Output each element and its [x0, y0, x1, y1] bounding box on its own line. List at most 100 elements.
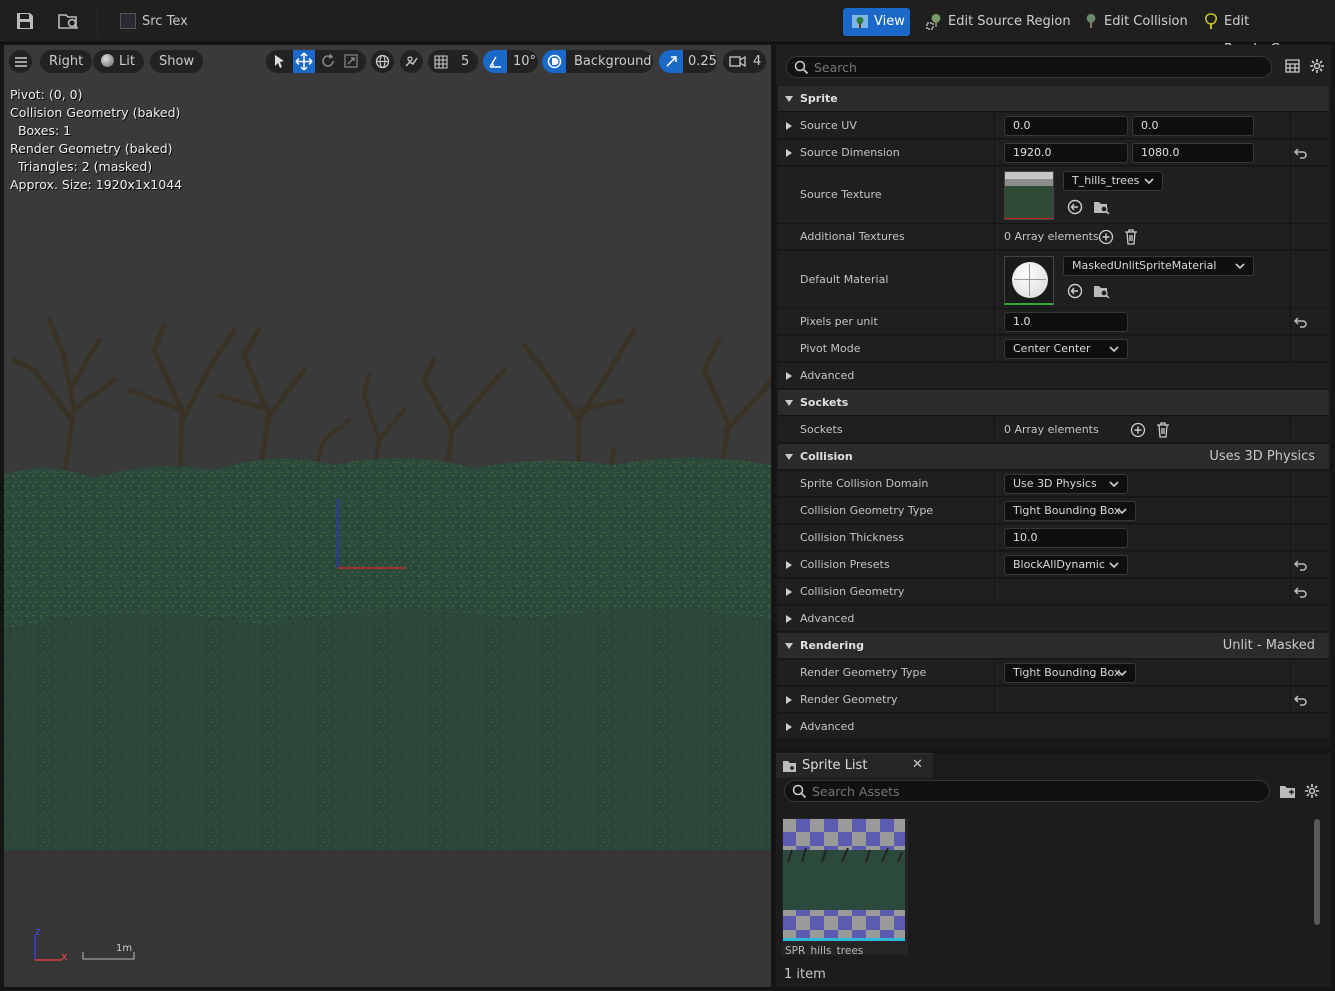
- save-icon[interactable]: [15, 11, 37, 31]
- collision-presets-dropdown[interactable]: BlockAllDynamic: [1004, 555, 1128, 575]
- details-search-box[interactable]: [786, 56, 1272, 78]
- default-material-picker[interactable]: MaskedUnlitSpriteMaterial: [1063, 256, 1254, 276]
- surface-snap-button[interactable]: [400, 50, 423, 73]
- settings-gear-icon[interactable]: [1309, 58, 1325, 74]
- show-dropdown[interactable]: Show: [150, 50, 204, 73]
- collision-geometry-type-dropdown[interactable]: Tight Bounding Box: [1004, 501, 1136, 521]
- close-tab-icon[interactable]: ✕: [912, 757, 923, 772]
- chevron-down-icon: [1109, 346, 1119, 353]
- category-sprite[interactable]: Sprite: [778, 86, 1329, 112]
- add-element-icon[interactable]: [1130, 422, 1146, 438]
- edit-source-region-button[interactable]: Edit Source Region: [922, 8, 1071, 36]
- background-toggle[interactable]: Background: [542, 50, 653, 73]
- sprite-asset-tile[interactable]: SPR_hills_trees: [782, 818, 908, 955]
- source-uv-x-field[interactable]: 0.0: [1004, 116, 1128, 136]
- trash-icon[interactable]: [1156, 422, 1170, 438]
- sprite-list-scrollbar[interactable]: [1314, 819, 1320, 925]
- additional-textures-count: 0 Array elements: [1004, 230, 1099, 243]
- property-render-geometry[interactable]: Render Geometry: [778, 687, 1329, 713]
- category-collision[interactable]: Collision Uses 3D Physics: [778, 444, 1329, 470]
- pivot-mode-dropdown[interactable]: Center Center: [1004, 339, 1128, 359]
- column-divider: [1290, 525, 1291, 550]
- property-sprite-advanced[interactable]: Advanced: [778, 363, 1329, 389]
- material-sphere-cross-h: [1014, 279, 1046, 280]
- translate-tool-icon[interactable]: [293, 50, 315, 73]
- sockets-count: 0 Array elements: [1004, 423, 1099, 436]
- category-rendering-label: Rendering: [800, 639, 864, 652]
- category-rendering[interactable]: Rendering Unlit - Masked: [778, 633, 1329, 659]
- category-sockets[interactable]: Sockets: [778, 390, 1329, 416]
- asset-editor-toolbar: Src Tex View Edit Source Region Edit Col…: [0, 0, 1335, 57]
- expanded-arrow-icon: [785, 643, 793, 649]
- source-dimension-x-field[interactable]: 1920.0: [1004, 143, 1128, 163]
- browse-folder-icon: [783, 761, 796, 772]
- viewport-menu-button[interactable]: [9, 50, 32, 73]
- scale-snap-control[interactable]: 0.25: [659, 50, 717, 73]
- pixels-per-unit-field[interactable]: 1.0: [1004, 312, 1128, 332]
- column-divider: [994, 552, 995, 577]
- pivot-mode-label: Pivot Mode: [800, 342, 861, 355]
- property-source-dimension: Source Dimension 1920.0 1080.0: [778, 140, 1329, 166]
- select-tool-icon[interactable]: [271, 53, 287, 77]
- collapsed-arrow-icon[interactable]: [784, 148, 794, 158]
- edit-source-region-icon: [926, 13, 944, 31]
- camera-speed-value: 4: [753, 54, 762, 69]
- transform-tools: [266, 50, 366, 73]
- coordinate-system-button[interactable]: [371, 50, 394, 73]
- edit-render-geom-button[interactable]: Edit RenderGeom: [1198, 8, 1335, 57]
- property-collision-advanced[interactable]: Advanced: [778, 606, 1329, 632]
- property-rendering-advanced[interactable]: Advanced: [778, 714, 1329, 740]
- collapsed-arrow-icon[interactable]: [784, 560, 794, 570]
- sprite-list-search-input[interactable]: [812, 783, 1252, 799]
- rotate-tool-icon[interactable]: [320, 53, 336, 77]
- source-texture-toggle[interactable]: Src Tex: [114, 8, 194, 35]
- collapsed-arrow-icon: [786, 723, 792, 731]
- collision-thickness-field[interactable]: 10.0: [1004, 528, 1128, 548]
- sprite-list-tab[interactable]: Sprite List ✕: [776, 753, 933, 778]
- folder-icon[interactable]: [1279, 784, 1296, 799]
- property-matrix-icon[interactable]: [1285, 59, 1300, 73]
- collapsed-arrow-icon[interactable]: [784, 121, 794, 131]
- use-selected-asset-icon[interactable]: [1067, 199, 1083, 215]
- trash-icon[interactable]: [1124, 229, 1138, 245]
- edit-source-region-label: Edit Source Region: [948, 14, 1071, 29]
- grid-snap-control[interactable]: 5: [428, 50, 478, 73]
- property-collision-geometry[interactable]: Collision Geometry: [778, 579, 1329, 605]
- reset-to-default-icon[interactable]: [1294, 147, 1308, 159]
- source-texture-label: Source Texture: [800, 188, 882, 201]
- sprite-list-panel: Sprite List ✕ SPR_hills_trees 1 item: [776, 753, 1331, 987]
- reset-to-default-icon[interactable]: [1294, 559, 1308, 571]
- use-selected-asset-icon[interactable]: [1067, 283, 1083, 299]
- sprite-viewport[interactable]: Right Lit Show 5 10° Background 0.25 4 P…: [4, 45, 771, 987]
- add-element-icon[interactable]: [1098, 229, 1114, 245]
- lighting-dropdown[interactable]: Lit: [93, 50, 144, 73]
- scale-tool-icon[interactable]: [343, 53, 359, 77]
- browse-to-asset-icon[interactable]: [58, 11, 80, 31]
- collision-domain-value: Use 3D Physics: [1013, 477, 1097, 490]
- camera-speed-control[interactable]: 4: [723, 50, 766, 73]
- reset-to-default-icon[interactable]: [1294, 586, 1308, 598]
- view-mode-dropdown[interactable]: Right: [40, 50, 93, 73]
- settings-gear-icon[interactable]: [1304, 783, 1320, 799]
- column-divider: [994, 579, 995, 604]
- collision-domain-dropdown[interactable]: Use 3D Physics: [1004, 474, 1128, 494]
- collapsed-arrow-icon: [786, 588, 792, 596]
- browse-to-asset-icon[interactable]: [1093, 283, 1110, 299]
- reset-to-default-icon[interactable]: [1294, 316, 1308, 328]
- rotation-snap-control[interactable]: 10°: [483, 50, 538, 73]
- source-texture-thumbnail[interactable]: [1004, 171, 1054, 220]
- info-collision-geometry: Collision Geometry (baked): [10, 105, 181, 120]
- source-uv-y-field[interactable]: 0.0: [1132, 116, 1254, 136]
- edit-collision-button[interactable]: Edit Collision: [1078, 8, 1188, 36]
- sprite-list-search-box[interactable]: [784, 780, 1270, 802]
- render-geometry-type-dropdown[interactable]: Tight Bounding Box: [1004, 663, 1136, 683]
- default-material-thumbnail[interactable]: [1004, 256, 1054, 305]
- reset-to-default-icon[interactable]: [1294, 694, 1308, 706]
- view-mode-button[interactable]: View: [843, 8, 910, 36]
- details-search-input[interactable]: [814, 59, 1254, 75]
- expanded-arrow-icon: [785, 454, 793, 460]
- column-divider: [1290, 552, 1291, 577]
- source-texture-picker[interactable]: T_hills_trees: [1063, 171, 1163, 191]
- browse-to-asset-icon[interactable]: [1093, 199, 1110, 215]
- source-dimension-y-field[interactable]: 1080.0: [1132, 143, 1254, 163]
